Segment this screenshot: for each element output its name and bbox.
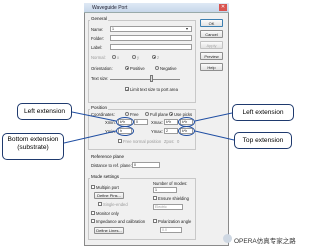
annotation-lines	[63, 111, 235, 144]
watermark-logo-icon	[223, 234, 232, 243]
line-bottom-extension	[63, 130, 117, 144]
line-left-extension-2	[194, 112, 233, 122]
watermark-text: OPERA仿真专家之路	[234, 238, 296, 245]
line-top-extension	[194, 130, 235, 141]
line-left-extension-1	[71, 111, 117, 122]
